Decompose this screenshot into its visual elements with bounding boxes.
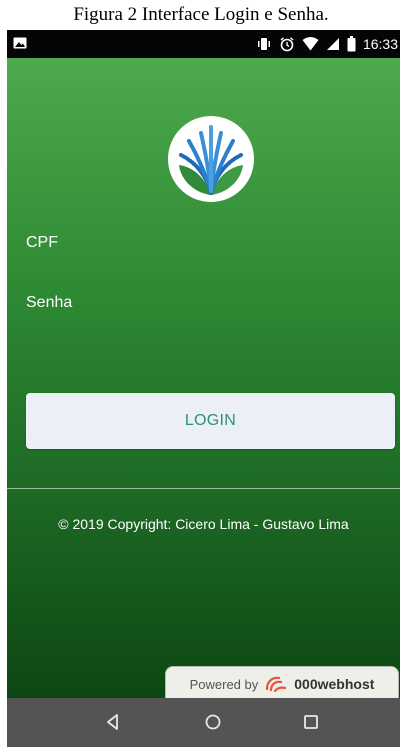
recents-icon[interactable]: [299, 710, 323, 734]
gallery-icon: [13, 37, 27, 49]
password-field[interactable]: Senha: [26, 294, 72, 312]
login-button-label: LOGIN: [184, 412, 237, 429]
figure-caption: Figura 2 Interface Login e Senha.: [73, 4, 329, 25]
vibrate-icon: [257, 38, 270, 50]
status-icons: 16:33: [256, 30, 400, 58]
back-icon[interactable]: [101, 710, 125, 734]
login-screen: CPF Senha LOGIN © 2019 Copyright: Cicero…: [7, 58, 400, 702]
cpf-field[interactable]: CPF: [26, 234, 58, 252]
alarm-icon: [280, 37, 294, 52]
phone-screen: 16:33 CPF Senha LOGIN © 2019 Copyright: …: [7, 30, 400, 747]
divider: [7, 488, 400, 489]
plant-logo-icon: [168, 116, 254, 202]
webhost-logo-icon: [266, 676, 287, 693]
status-bar: 16:33: [7, 30, 400, 58]
powered-by-brand: 000webhost: [294, 676, 375, 692]
status-time: 16:33: [362, 36, 398, 52]
home-icon[interactable]: [201, 710, 225, 734]
wifi-icon: [302, 37, 319, 51]
login-button[interactable]: LOGIN: [26, 393, 395, 449]
powered-by-badge[interactable]: Powered by 000webhost: [165, 666, 399, 702]
signal-icon: [326, 38, 339, 50]
battery-icon: [347, 36, 356, 52]
powered-by-text: Powered by: [189, 676, 259, 692]
navigation-bar: [7, 698, 400, 747]
copyright-text: © 2019 Copyright: Cicero Lima - Gustavo …: [58, 516, 349, 532]
